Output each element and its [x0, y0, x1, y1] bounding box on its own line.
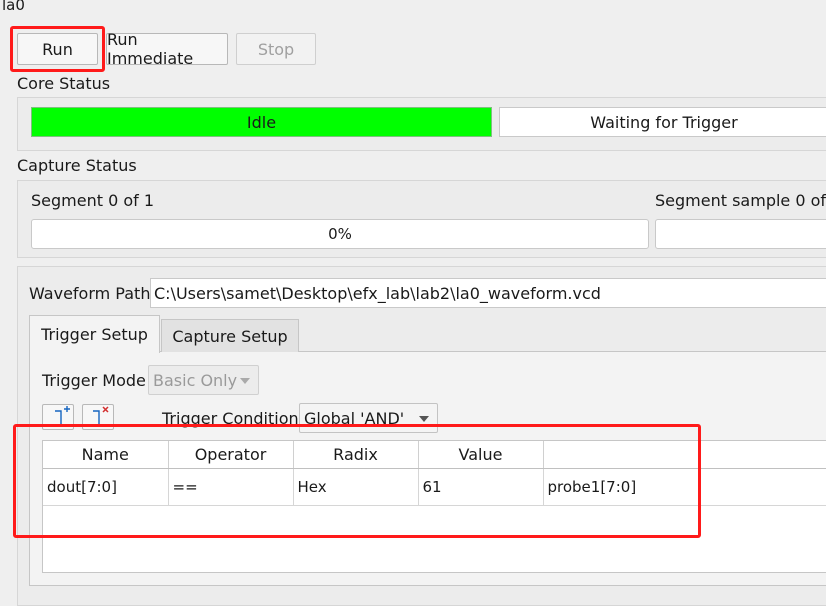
window-title: la0	[2, 0, 25, 14]
column-header-operator[interactable]: Operator	[168, 441, 294, 469]
core-status-group: Idle Waiting for Trigger	[17, 97, 826, 151]
run-immediate-button[interactable]: Run Immediate	[106, 30, 228, 68]
column-header-probe	[543, 441, 826, 469]
tab-capture-setup[interactable]: Capture Setup	[161, 319, 299, 352]
run-button[interactable]: Run	[17, 33, 98, 65]
segment-label: Segment 0 of 1	[31, 191, 155, 210]
trigger-state-indicator: Waiting for Trigger	[499, 107, 826, 137]
tab-trigger-setup[interactable]: Trigger Setup	[29, 315, 160, 353]
trigger-condition-select[interactable]: Global 'AND'	[299, 403, 438, 433]
add-condition-icon[interactable]	[42, 404, 74, 430]
chevron-down-icon	[419, 416, 429, 422]
trigger-mode-value: Basic Only	[153, 370, 238, 390]
waveform-path-label: Waveform Path	[29, 284, 151, 303]
trigger-mode-select[interactable]: Basic Only	[148, 365, 259, 395]
segment-sample-label: Segment sample 0 of 1	[655, 191, 826, 210]
capture-status-group: Segment 0 of 1 Segment sample 0 of 1 0%	[17, 180, 826, 258]
segment-progress-text: 0%	[328, 225, 352, 243]
trigger-conditions-table: Name Operator Radix Value dout[7:0] == H…	[43, 441, 826, 506]
table-header-row: Name Operator Radix Value	[43, 441, 826, 469]
cell-name[interactable]: dout[7:0]	[43, 468, 169, 506]
segment-sample-progress-bar	[655, 219, 826, 249]
table-row[interactable]: dout[7:0] == Hex 61 probe1[7:0]	[43, 468, 826, 506]
cell-value[interactable]: 61	[418, 468, 544, 506]
chevron-down-icon	[240, 378, 250, 384]
remove-condition-icon[interactable]	[82, 404, 114, 430]
cell-radix[interactable]: Hex	[293, 468, 419, 506]
segment-progress-bar: 0%	[31, 219, 649, 249]
column-header-value[interactable]: Value	[418, 441, 544, 469]
trigger-condition-value: Global 'AND'	[304, 408, 405, 428]
column-header-radix[interactable]: Radix	[293, 441, 419, 469]
waveform-path-input[interactable]: C:\Users\samet\Desktop\efx_lab\lab2\la0_…	[150, 278, 826, 308]
stop-button[interactable]: Stop	[236, 33, 316, 65]
trigger-mode-label: Trigger Mode	[42, 371, 146, 390]
core-state-indicator: Idle	[31, 107, 492, 137]
core-status-label: Core Status	[17, 74, 111, 93]
capture-status-label: Capture Status	[17, 156, 137, 175]
column-header-name[interactable]: Name	[43, 441, 169, 469]
cell-operator[interactable]: ==	[168, 468, 294, 506]
trigger-condition-label: Trigger Condition	[162, 409, 299, 428]
cell-probe[interactable]: probe1[7:0]	[543, 468, 826, 506]
